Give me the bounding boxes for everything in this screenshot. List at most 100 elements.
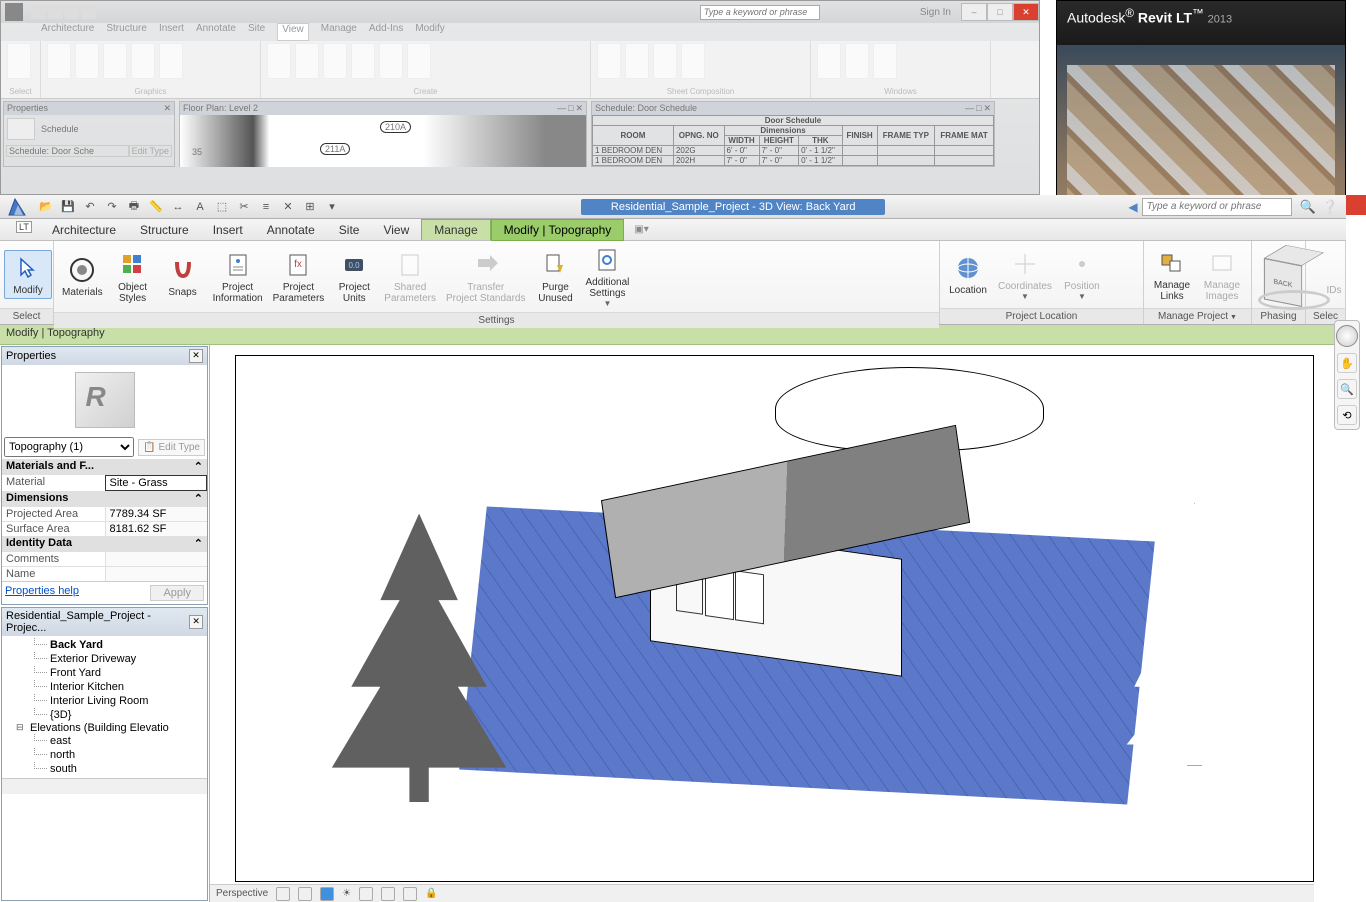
manage-links-button[interactable]: Manage Links bbox=[1148, 246, 1196, 304]
qat-text-icon[interactable]: A bbox=[190, 198, 210, 216]
tree-group-elevations[interactable]: Elevations (Building Elevatio bbox=[6, 722, 203, 734]
viewport[interactable]: Perspective ☀ 🔒 bbox=[210, 345, 1346, 902]
tab-architecture[interactable]: Architecture bbox=[40, 220, 128, 240]
menubar: Architecture Structure Insert Annotate S… bbox=[0, 219, 1346, 241]
project-parameters-button[interactable]: fxProject Parameters bbox=[269, 248, 329, 306]
bg-window-close-peek bbox=[1346, 195, 1366, 215]
tab-site[interactable]: Site bbox=[327, 220, 372, 240]
pan-icon[interactable]: ✋ bbox=[1337, 353, 1357, 373]
purge-icon bbox=[540, 250, 570, 280]
tab-structure[interactable]: Structure bbox=[128, 220, 201, 240]
qat-undo-icon[interactable]: ↶ bbox=[80, 198, 100, 216]
coordinates-button: Coordinates▼ bbox=[994, 247, 1056, 303]
cursor-icon bbox=[13, 253, 43, 283]
comments-value[interactable] bbox=[105, 552, 208, 566]
vc-lock-icon[interactable]: 🔒 bbox=[425, 888, 437, 899]
qat-redo-icon[interactable]: ↷ bbox=[102, 198, 122, 216]
qat-thin-icon[interactable]: ≡ bbox=[256, 198, 276, 216]
properties-title: Properties bbox=[6, 350, 56, 362]
app-menu-icon[interactable] bbox=[2, 196, 32, 218]
bg-floorplan-panel: Floor Plan: Level 2—□✕ 210A 211A 35 bbox=[179, 101, 587, 167]
tree-item[interactable]: Interior Kitchen bbox=[6, 680, 203, 694]
browser-close-icon[interactable]: ✕ bbox=[189, 615, 203, 629]
qat-dd-icon[interactable]: ▾ bbox=[322, 198, 342, 216]
vc-shadows-icon[interactable] bbox=[359, 887, 373, 901]
tab-annotate[interactable]: Annotate bbox=[255, 220, 327, 240]
location-icon bbox=[953, 253, 983, 283]
apply-button[interactable]: Apply bbox=[150, 585, 204, 601]
project-units-button[interactable]: 0.0Project Units bbox=[330, 248, 378, 306]
bg-maximize[interactable]: □ bbox=[987, 3, 1013, 21]
vc-scale-icon[interactable] bbox=[276, 887, 290, 901]
browser-scrollbar[interactable] bbox=[2, 778, 207, 794]
vc-sun-icon[interactable]: ☀ bbox=[342, 888, 351, 899]
tree-item[interactable]: north bbox=[6, 748, 203, 762]
collapse-icon[interactable]: ⌃ bbox=[194, 492, 203, 505]
qat-close-icon[interactable]: ✕ bbox=[278, 198, 298, 216]
tab-view[interactable]: View bbox=[371, 220, 421, 240]
view-mode[interactable]: Perspective bbox=[216, 888, 268, 899]
qat-section-icon[interactable]: ✂ bbox=[234, 198, 254, 216]
bg-signin[interactable]: Sign In bbox=[920, 7, 951, 18]
material-value[interactable]: Site - Grass bbox=[105, 475, 208, 491]
tree-item[interactable]: {3D} bbox=[6, 708, 203, 722]
qat-print-icon[interactable]: 🖶 bbox=[124, 198, 144, 216]
tree-item-backyard[interactable]: Back Yard bbox=[6, 638, 203, 652]
purge-unused-button[interactable]: Purge Unused bbox=[531, 248, 579, 306]
browser-title: Residential_Sample_Project - Projec... bbox=[6, 610, 189, 634]
viewcube[interactable]: LEFT BACK bbox=[1262, 250, 1326, 314]
snaps-button[interactable]: Snaps bbox=[159, 253, 207, 300]
help-icon[interactable]: ❔ bbox=[1322, 199, 1338, 215]
type-selector[interactable]: Topography (1) bbox=[4, 437, 134, 457]
properties-help-link[interactable]: Properties help bbox=[5, 585, 79, 601]
vc-detail-icon[interactable] bbox=[298, 887, 312, 901]
drawing-canvas[interactable] bbox=[235, 355, 1314, 882]
shared-params-icon bbox=[395, 250, 425, 280]
tab-manage[interactable]: Manage bbox=[421, 219, 490, 240]
tree-item[interactable]: south bbox=[6, 762, 203, 776]
qat-dim-icon[interactable]: ↔ bbox=[168, 198, 188, 216]
additional-settings-button[interactable]: Additional Settings▼ bbox=[581, 243, 633, 310]
navigation-bar: ✋ 🔍 ⟲ bbox=[1334, 320, 1360, 430]
tab-insert[interactable]: Insert bbox=[201, 220, 255, 240]
keyword-search-input[interactable] bbox=[1142, 198, 1292, 216]
edit-type-button[interactable]: 📋 Edit Type bbox=[138, 439, 205, 456]
type-preview bbox=[2, 365, 207, 435]
orbit-icon[interactable]: ⟲ bbox=[1337, 405, 1357, 425]
qat-save-icon[interactable]: 💾 bbox=[58, 198, 78, 216]
modify-button[interactable]: Modify bbox=[4, 250, 52, 299]
position-icon bbox=[1067, 249, 1097, 279]
project-info-button[interactable]: Project Information bbox=[209, 248, 267, 306]
collapse-icon[interactable]: ⌃ bbox=[194, 537, 203, 550]
vc-hide-icon[interactable] bbox=[403, 887, 417, 901]
qat-measure-icon[interactable]: 📏 bbox=[146, 198, 166, 216]
tab-modify-topography[interactable]: Modify | Topography bbox=[491, 219, 625, 241]
svg-text:0.0: 0.0 bbox=[349, 261, 361, 270]
bg-titlebar: Sign In – □ ✕ bbox=[1, 1, 1039, 23]
search-icon[interactable]: 🔍 bbox=[1300, 199, 1316, 215]
object-styles-icon bbox=[118, 250, 148, 280]
tree-item[interactable]: Front Yard bbox=[6, 666, 203, 680]
vc-crop-icon[interactable] bbox=[381, 887, 395, 901]
properties-close-icon[interactable]: ✕ bbox=[189, 349, 203, 363]
object-styles-button[interactable]: Object Styles bbox=[109, 248, 157, 306]
svg-text:fx: fx bbox=[295, 259, 303, 270]
manage-images-icon bbox=[1207, 248, 1237, 278]
bg-minimize[interactable]: – bbox=[961, 3, 987, 21]
location-button[interactable]: Location bbox=[944, 251, 992, 298]
materials-button[interactable]: Materials bbox=[58, 253, 107, 300]
bg-keyword-input[interactable] bbox=[700, 5, 820, 20]
tab-overflow-icon[interactable]: ▣▾ bbox=[634, 224, 648, 235]
collapse-icon[interactable]: ⌃ bbox=[194, 460, 203, 473]
name-value[interactable] bbox=[105, 567, 208, 581]
steering-wheel-icon[interactable] bbox=[1336, 325, 1358, 347]
tree-item[interactable]: Interior Living Room bbox=[6, 694, 203, 708]
qat-switch-icon[interactable]: ⊞ bbox=[300, 198, 320, 216]
qat-3d-icon[interactable]: ⬚ bbox=[212, 198, 232, 216]
tree-item[interactable]: east bbox=[6, 734, 203, 748]
tree-item[interactable]: Exterior Driveway bbox=[6, 652, 203, 666]
vc-style-icon[interactable] bbox=[320, 887, 334, 901]
qat-open-icon[interactable]: 📂 bbox=[36, 198, 56, 216]
zoom-icon[interactable]: 🔍 bbox=[1337, 379, 1357, 399]
bg-close[interactable]: ✕ bbox=[1013, 3, 1039, 21]
